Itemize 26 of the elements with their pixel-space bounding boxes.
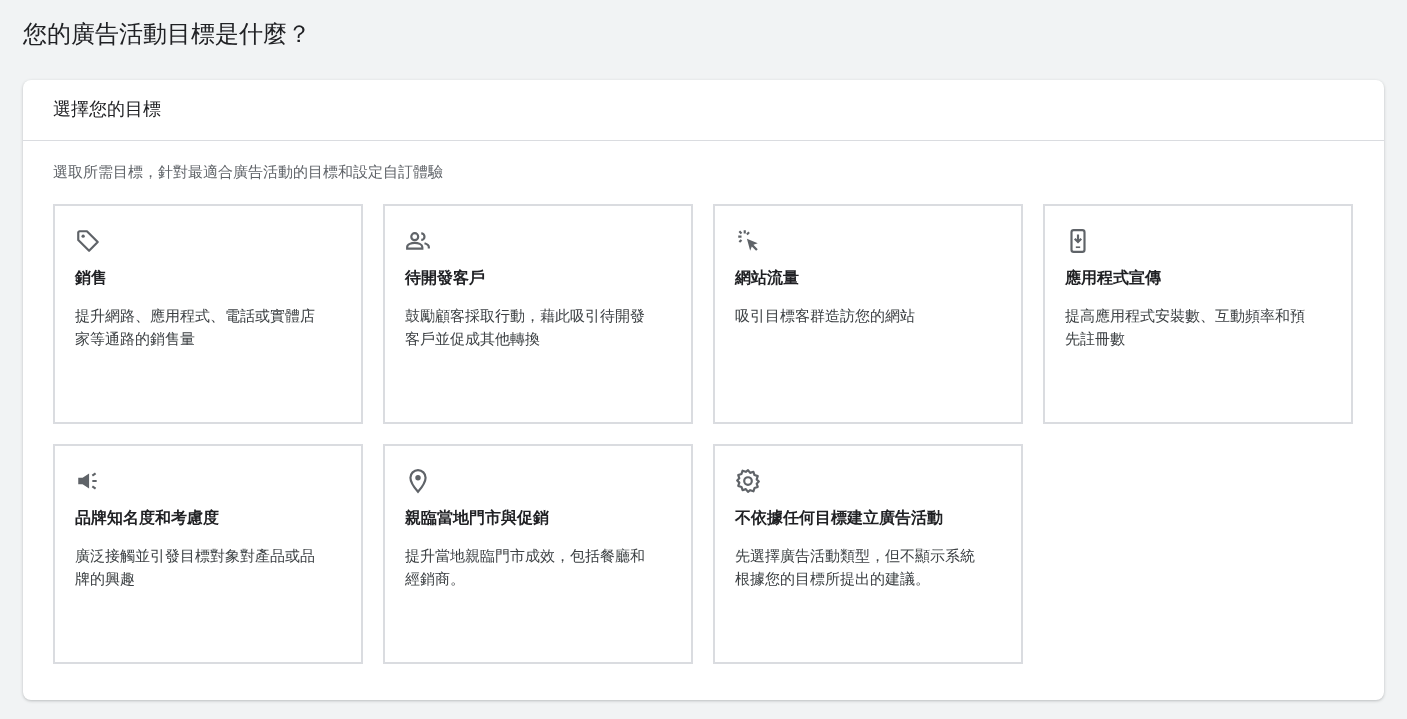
goal-description: 鼓勵顧客採取行動，藉此吸引待開發客戶並促成其他轉換 (405, 306, 646, 350)
goal-title: 網站流量 (735, 268, 799, 289)
goal-description: 廣泛接觸並引發目標對象對產品或品牌的興趣 (75, 546, 316, 590)
panel-subtitle: 選取所需目標，針對最適合廣告活動的目標和設定自訂體驗 (53, 163, 444, 182)
panel-title: 選擇您的目標 (23, 80, 1384, 141)
goal-description: 先選擇廣告活動類型，但不顯示系統根據您的目標所提出的建議。 (735, 546, 976, 590)
goal-title: 應用程式宣傳 (1065, 268, 1161, 289)
goal-card[interactable]: 品牌知名度和考慮度 廣泛接觸並引發目標對象對產品或品牌的興趣 (53, 444, 363, 664)
goal-description: 提升當地親臨門市成效，包括餐廳和經銷商。 (405, 546, 646, 590)
goal-title: 不依據任何目標建立廣告活動 (735, 508, 943, 529)
goal-card[interactable]: 親臨當地門市與促銷 提升當地親臨門市成效，包括餐廳和經銷商。 (383, 444, 693, 664)
goal-title: 銷售 (75, 268, 107, 289)
goal-description: 吸引目標客群造訪您的網站 (735, 306, 916, 327)
tag-icon (75, 228, 101, 254)
goal-description: 提高應用程式安裝數、互動頻率和預先註冊數 (1065, 306, 1306, 350)
goal-card[interactable]: 待開發客戶 鼓勵顧客採取行動，藉此吸引待開發客戶並促成其他轉換 (383, 204, 693, 424)
goal-card[interactable]: 應用程式宣傳 提高應用程式安裝數、互動頻率和預先註冊數 (1043, 204, 1353, 424)
goal-card[interactable]: 不依據任何目標建立廣告活動 先選擇廣告活動類型，但不顯示系統根據您的目標所提出的建議。 (713, 444, 1023, 664)
goal-description: 提升網路、應用程式、電話或實體店家等通路的銷售量 (75, 306, 316, 350)
goal-title: 親臨當地門市與促銷 (405, 508, 549, 529)
settings-icon (735, 468, 761, 494)
goal-card[interactable]: 網站流量 吸引目標客群造訪您的網站 (713, 204, 1023, 424)
goal-title: 待開發客戶 (405, 268, 485, 289)
goal-card[interactable]: 銷售 提升網路、應用程式、電話或實體店家等通路的銷售量 (53, 204, 363, 424)
page-title: 您的廣告活動目標是什麼？ (23, 19, 312, 50)
goal-title: 品牌知名度和考慮度 (75, 508, 219, 529)
